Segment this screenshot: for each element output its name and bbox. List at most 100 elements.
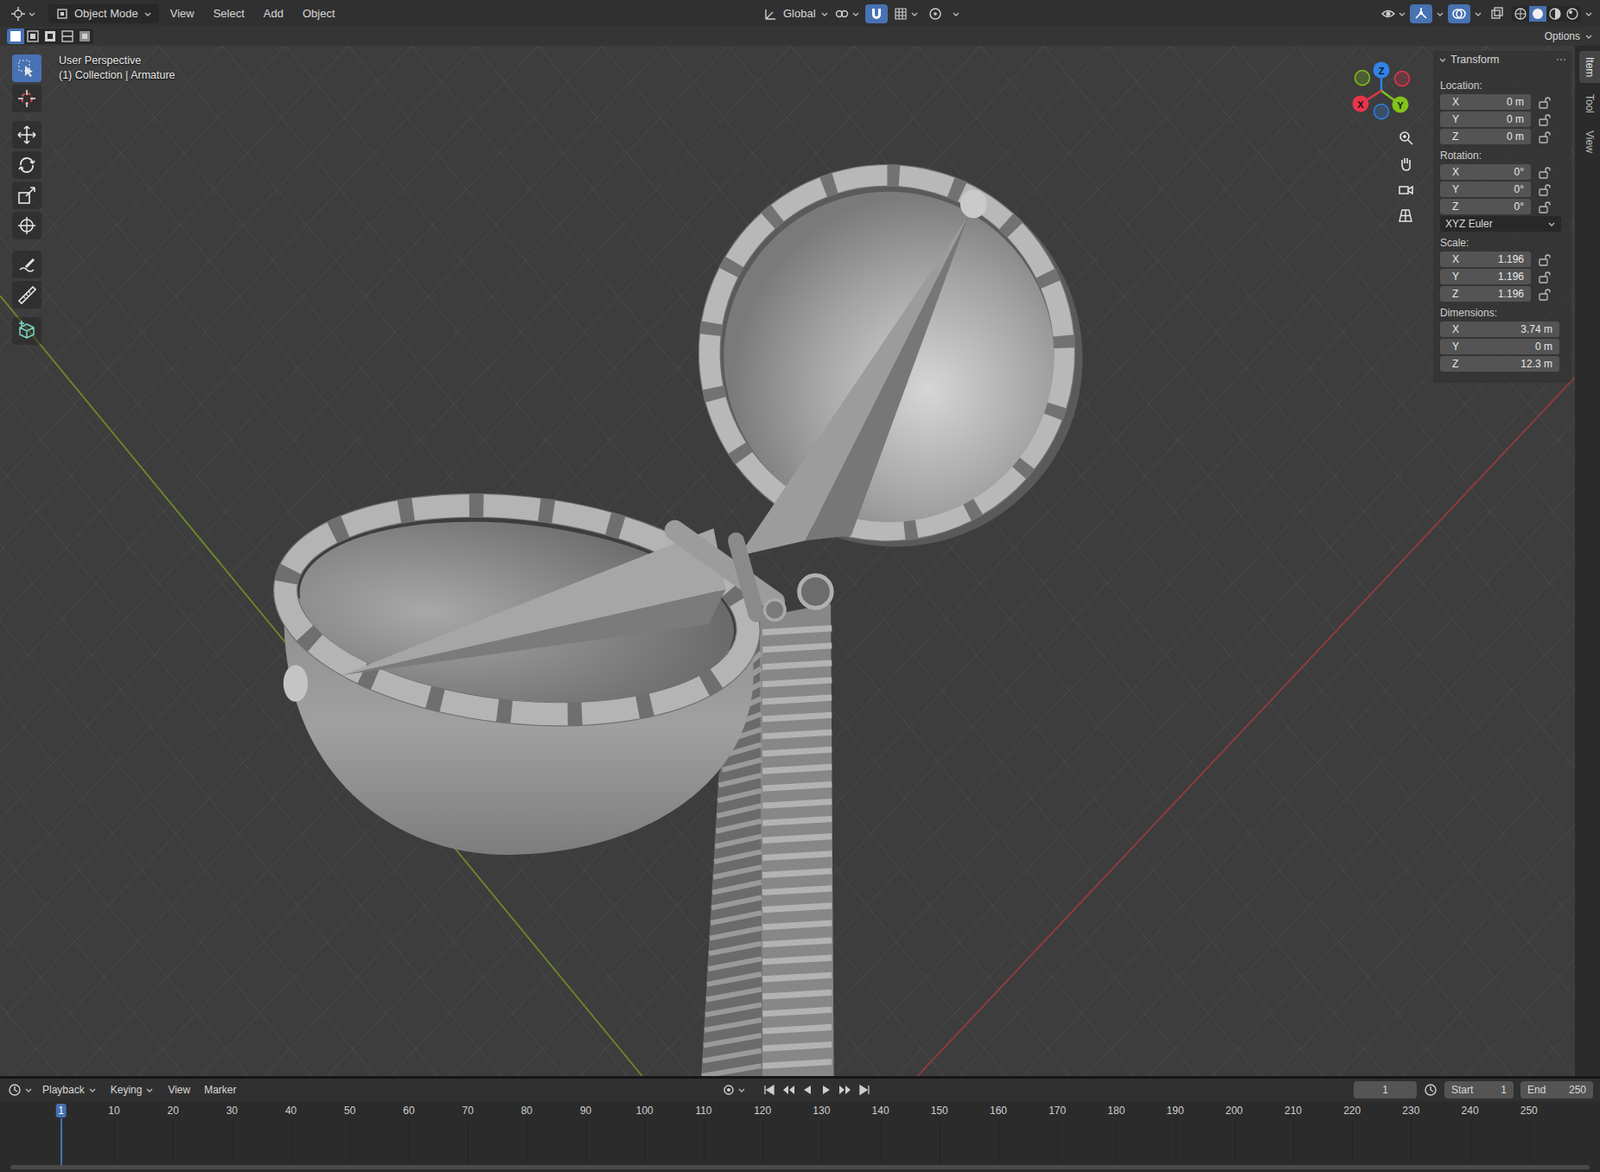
overlays-toggle-icon[interactable] xyxy=(1447,4,1471,24)
gizmo-axes xyxy=(1338,47,1425,134)
scale-field[interactable]: Y1.196 xyxy=(1440,268,1531,285)
sidebar-tab[interactable]: View xyxy=(1579,124,1600,160)
location-field[interactable]: Z0 m xyxy=(1440,128,1531,145)
drag-grip-icon[interactable] xyxy=(1555,56,1567,64)
scale-field[interactable]: X1.196 xyxy=(1440,251,1531,268)
end-frame-field[interactable]: End250 xyxy=(1520,1081,1594,1099)
pivot-dropdown[interactable] xyxy=(834,6,861,22)
timeline-scrollbar[interactable] xyxy=(10,1165,1590,1170)
jump-end-icon[interactable] xyxy=(856,1081,873,1099)
gizmo-toggle-icon[interactable] xyxy=(1409,4,1433,24)
select-tool-icon[interactable] xyxy=(12,54,42,83)
field-row: X3.74 m xyxy=(1433,321,1572,338)
preview-range-clock-icon[interactable] xyxy=(1423,1083,1438,1097)
playhead[interactable] xyxy=(60,1118,63,1166)
play-icon[interactable] xyxy=(818,1081,835,1099)
shading-solid-icon[interactable] xyxy=(1529,6,1547,22)
proportional-edit-icon[interactable] xyxy=(924,4,947,24)
move-tool-icon[interactable] xyxy=(12,121,42,149)
lock-open-icon[interactable] xyxy=(1537,287,1551,301)
lock-open-icon[interactable] xyxy=(1537,200,1551,214)
lock-open-icon[interactable] xyxy=(1537,165,1551,179)
select-mode-icon[interactable] xyxy=(41,28,59,45)
timeline-header: Playback KeyingView Marker 1 Start1 End250 xyxy=(0,1078,1600,1102)
scale-field[interactable]: Z1.196 xyxy=(1440,286,1531,302)
xray-toggle-icon[interactable] xyxy=(1485,4,1509,24)
rotation-field[interactable]: X0° xyxy=(1440,164,1531,180)
dimensions-field[interactable]: Y0 m xyxy=(1440,338,1560,355)
frame-tick: 160 xyxy=(987,1103,1010,1118)
editor-type-button[interactable] xyxy=(6,6,40,22)
lock-open-icon[interactable] xyxy=(1537,253,1551,267)
rotation-field[interactable]: Y0° xyxy=(1440,181,1531,198)
sidebar-tab[interactable]: Tool xyxy=(1579,88,1600,120)
annotate-tool-icon[interactable] xyxy=(12,250,42,279)
dimensions-field[interactable]: Z12.3 m xyxy=(1440,356,1560,372)
menu-item[interactable]: Object xyxy=(294,4,344,23)
timeline-menu[interactable]: View xyxy=(163,1083,195,1097)
visibility-dropdown[interactable] xyxy=(1380,6,1407,22)
navigation-gizmo[interactable]: ZY X xyxy=(1338,47,1425,134)
sidebar-tab[interactable]: Item xyxy=(1579,50,1600,83)
current-frame-field[interactable]: 1 xyxy=(1353,1081,1417,1099)
menu-item[interactable]: Add xyxy=(255,4,292,23)
select-mode-icon[interactable] xyxy=(76,28,94,45)
frame-tick: 140 xyxy=(869,1103,893,1118)
scale-section: Scale:X1.196Y1.196Z1.196 xyxy=(1433,234,1572,304)
field-row: Y0 m xyxy=(1433,111,1572,128)
play-reverse-icon[interactable] xyxy=(799,1081,816,1099)
options-dropdown[interactable]: Options xyxy=(1544,30,1594,43)
rotation-mode-dropdown[interactable]: XYZ Euler xyxy=(1440,216,1562,232)
lock-open-icon[interactable] xyxy=(1537,183,1551,197)
next-key-icon[interactable] xyxy=(837,1081,854,1099)
current-frame-marker[interactable]: 1 xyxy=(55,1103,67,1118)
shading-wireframe-icon[interactable] xyxy=(1511,6,1530,22)
panel-header[interactable]: Transform xyxy=(1433,50,1572,69)
camera-view-icon[interactable] xyxy=(1393,177,1418,202)
orientation-dropdown[interactable]: Global xyxy=(763,6,829,22)
select-mode-icon[interactable] xyxy=(6,28,25,45)
axis-x-button[interactable]: X xyxy=(1352,95,1370,113)
timeline-menu[interactable]: Keying xyxy=(106,1083,160,1097)
rotation-field[interactable]: Z0° xyxy=(1440,198,1531,215)
select-mode-icon[interactable] xyxy=(24,28,42,45)
lock-open-icon[interactable] xyxy=(1537,130,1551,144)
timeline-menu[interactable]: Playback xyxy=(38,1083,102,1097)
cursor-tool-icon[interactable] xyxy=(12,84,42,113)
axis-y-button[interactable]: Y xyxy=(1392,96,1409,114)
timeline-ruler[interactable]: 1102030405060708090100110120130140150160… xyxy=(0,1101,1600,1172)
dimensions-field[interactable]: X3.74 m xyxy=(1440,321,1560,338)
snap-target-dropdown[interactable] xyxy=(892,6,919,22)
rotate-tool-icon[interactable] xyxy=(12,151,42,179)
menu-item[interactable]: View xyxy=(162,4,203,23)
jump-start-icon[interactable] xyxy=(761,1081,778,1099)
editor-type-button[interactable] xyxy=(6,1082,33,1098)
mode-dropdown[interactable]: Object Mode xyxy=(48,4,160,24)
location-field[interactable]: X0 m xyxy=(1440,94,1531,110)
start-frame-field[interactable]: Start1 xyxy=(1444,1081,1514,1099)
timeline-menu[interactable]: Marker xyxy=(199,1083,241,1097)
snap-magnet-icon[interactable] xyxy=(865,4,888,24)
zoom-icon[interactable] xyxy=(1393,125,1418,150)
select-mode-icon[interactable] xyxy=(58,28,77,45)
axis-z-button[interactable]: Z xyxy=(1373,62,1390,79)
transform-tool-icon[interactable] xyxy=(12,211,42,240)
perspective-grid-icon[interactable] xyxy=(1393,203,1418,228)
shading-rendered-icon[interactable] xyxy=(1563,6,1581,22)
lock-open-icon[interactable] xyxy=(1537,270,1551,284)
start-label: Start xyxy=(1451,1083,1473,1097)
field-value: 3.74 m xyxy=(1520,323,1553,336)
lock-open-icon[interactable] xyxy=(1537,113,1551,127)
shading-material-icon[interactable] xyxy=(1546,6,1564,22)
menu-item[interactable]: Select xyxy=(205,4,253,23)
lock-open-icon[interactable] xyxy=(1537,95,1551,109)
prev-key-icon[interactable] xyxy=(780,1081,797,1099)
auto-keying[interactable] xyxy=(721,1083,746,1097)
viewport-canvas[interactable]: User Perspective(1) Collection | Armatur… xyxy=(0,45,1575,1077)
location-field[interactable]: Y0 m xyxy=(1440,111,1531,128)
scale-tool-icon[interactable] xyxy=(12,181,42,210)
measure-tool-icon[interactable] xyxy=(12,280,42,309)
add-cube-tool-icon[interactable] xyxy=(12,317,42,345)
pan-hand-icon[interactable] xyxy=(1393,151,1418,176)
timeline-editor-icon xyxy=(6,1082,23,1098)
